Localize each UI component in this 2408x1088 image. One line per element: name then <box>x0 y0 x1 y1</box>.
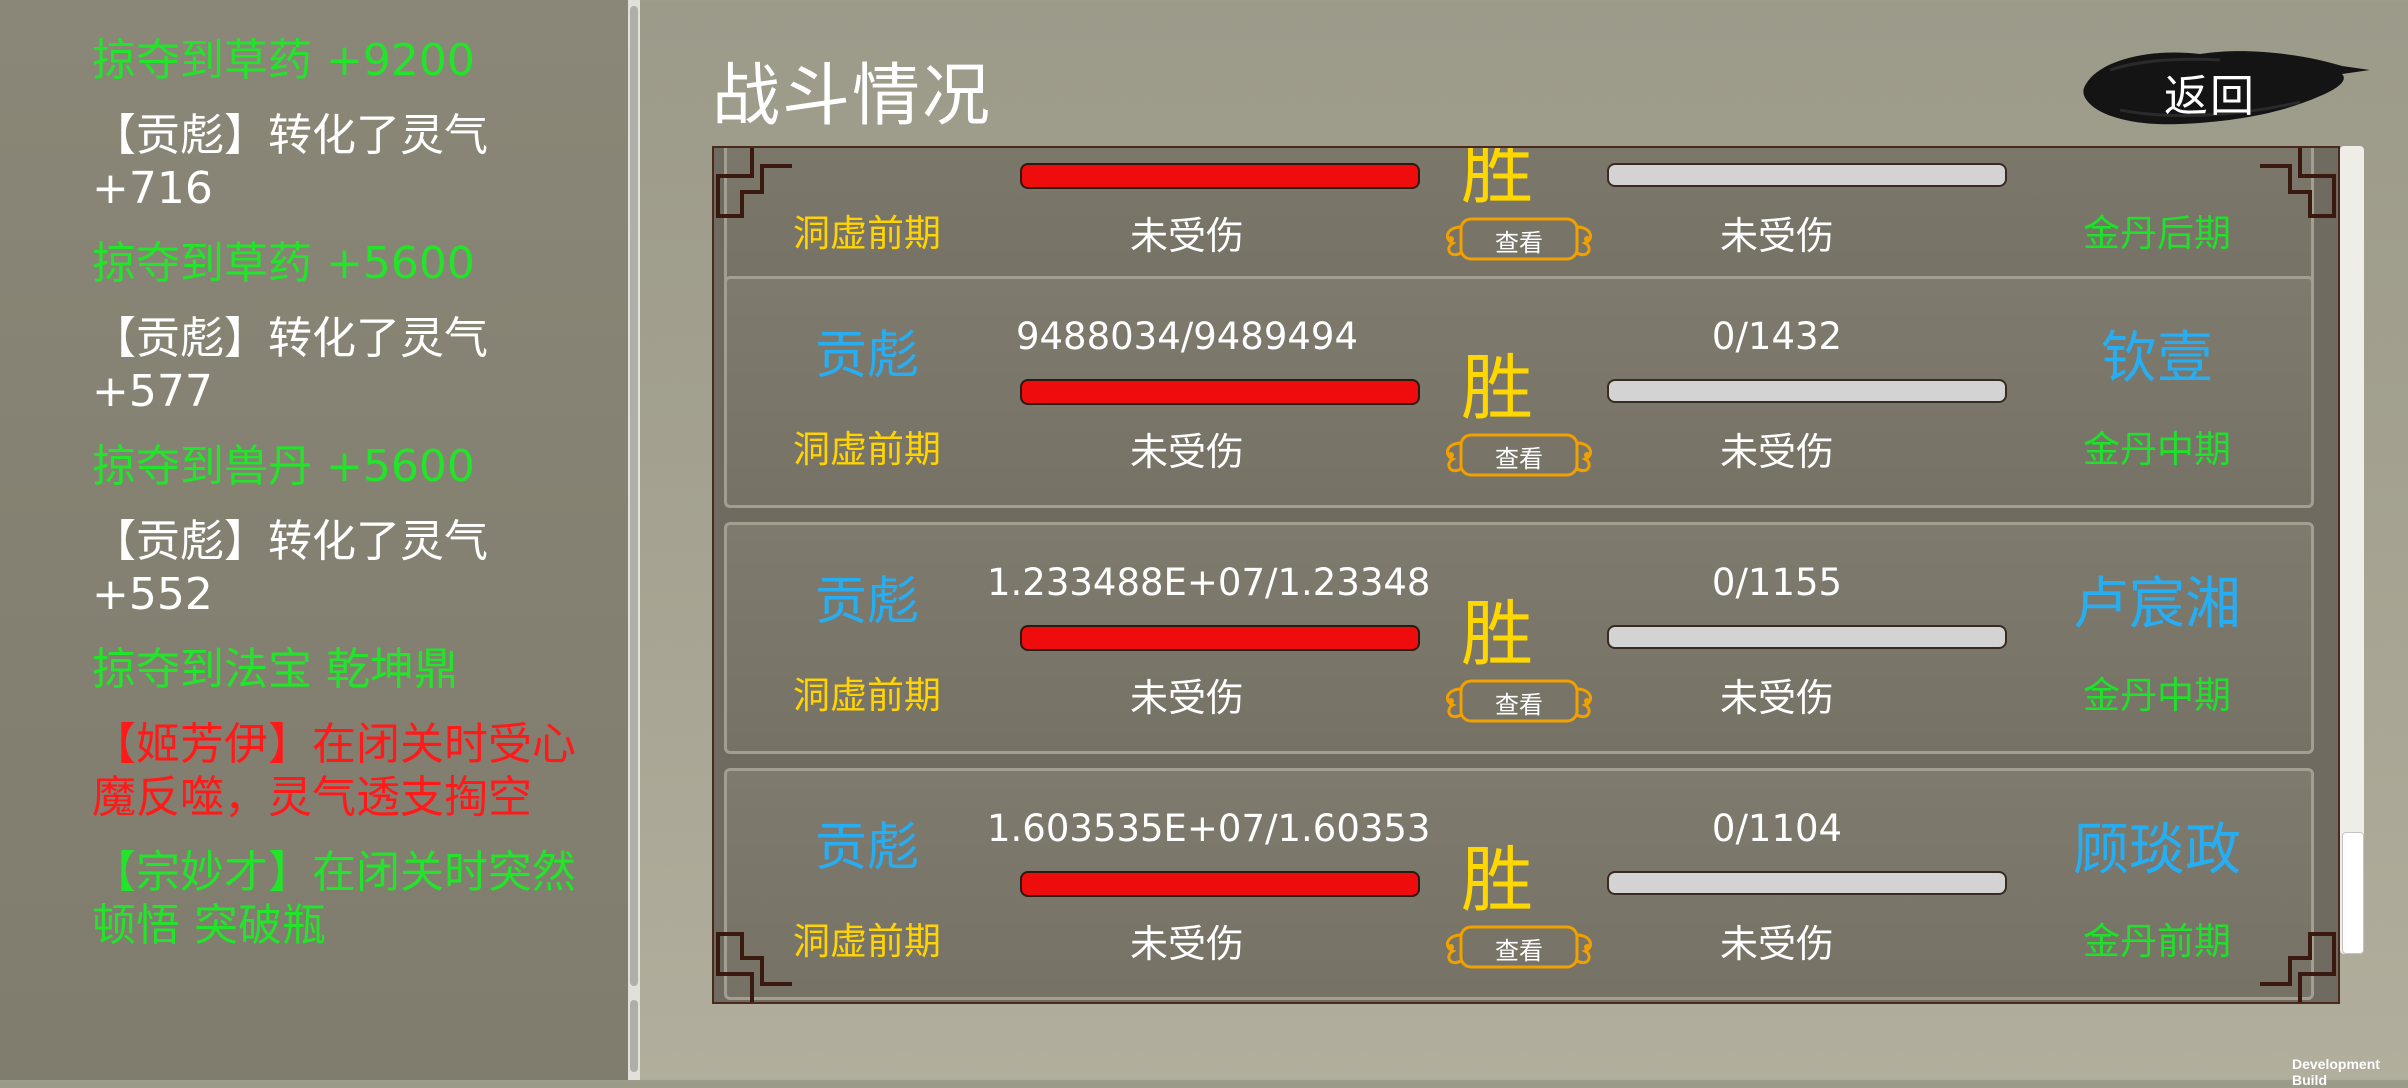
battle-list[interactable]: 洞虚前期 未受伤 胜 查看 未受伤 金丹后期 贡彪 洞虚前期 9488034/9… <box>712 146 2340 1004</box>
player-status: 未受伤 <box>1129 676 1244 720</box>
opponent-hp-bar <box>1609 381 2005 401</box>
view-button-label: 查看 <box>1495 445 1543 473</box>
player-hp-bar <box>1022 381 1418 403</box>
log-entry: 掠夺到草药 +9200 <box>92 35 475 86</box>
battle-row: 贡彪 洞虚前期 9488034/9489494 未受伤 胜 查看 0/1432 … <box>724 276 2314 508</box>
battle-result: 胜 <box>1460 838 1533 922</box>
player-realm: 洞虚前期 <box>793 920 941 963</box>
log-entry: 掠夺到兽丹 +5600 <box>92 441 475 492</box>
opponent-name: 卢宸湘 <box>2073 572 2241 637</box>
player-hp-bar <box>1022 627 1418 649</box>
battle-list-scrollbar-thumb[interactable] <box>2342 832 2364 954</box>
player-hp-text: 9488034/9489494 <box>1015 315 1359 358</box>
player-hp-text: 1.603535E+07/1.60353 <box>987 807 1431 850</box>
log-entry: 【贡彪】转化了灵气 +577 <box>92 313 488 417</box>
opponent-hp-text: 0/1155 <box>1711 561 1843 604</box>
log-entry: 掠夺到法宝 乾坤鼎 <box>92 644 458 695</box>
opponent-status: 未受伤 <box>1719 676 1834 720</box>
player-status: 未受伤 <box>1129 922 1244 966</box>
opponent-realm: 金丹中期 <box>2083 674 2231 717</box>
log-entry: 【贡彪】转化了灵气 +716 <box>92 110 488 214</box>
view-button[interactable]: 查看 <box>1439 921 1599 973</box>
battle-row: 贡彪 洞虚前期 1.233488E+07/1.23348 未受伤 胜 查看 0/… <box>724 522 2314 754</box>
battle-log-panel[interactable]: 掠夺到草药 +9200 【贡彪】转化了灵气 +716 掠夺到草药 +5600 【… <box>0 0 640 1080</box>
opponent-name: 钦壹 <box>2101 326 2213 391</box>
player-hp-bar-fill <box>1022 873 1418 895</box>
log-entry: 掠夺到草药 +5600 <box>92 238 475 289</box>
log-entry: 【宗妙才】在闭关时突然顿悟 突破瓶 <box>92 847 576 951</box>
page-title: 战斗情况 <box>712 57 993 136</box>
battle-result: 胜 <box>1460 592 1533 676</box>
view-button-label: 查看 <box>1495 691 1543 719</box>
player-name: 贡彪 <box>814 326 919 386</box>
opponent-name: 顾琰政 <box>2073 818 2241 883</box>
player-status: 未受伤 <box>1129 214 1244 258</box>
back-button-label: 返回 <box>2164 71 2256 122</box>
view-button-label: 查看 <box>1495 229 1543 257</box>
player-hp-text: 1.233488E+07/1.23348 <box>987 561 1431 604</box>
opponent-realm: 金丹中期 <box>2083 428 2231 471</box>
player-name: 贡彪 <box>814 818 919 878</box>
player-hp-bar <box>1022 873 1418 895</box>
battle-log-list: 掠夺到草药 +9200 【贡彪】转化了灵气 +716 掠夺到草药 +5600 【… <box>92 34 612 974</box>
player-hp-bar-fill <box>1022 627 1418 649</box>
opponent-realm: 金丹前期 <box>2083 920 2231 963</box>
battle-row: 贡彪 洞虚前期 1.603535E+07/1.60353 未受伤 胜 查看 0/… <box>724 768 2314 1000</box>
battle-result: 胜 <box>1460 146 1533 214</box>
opponent-hp-text: 0/1104 <box>1711 807 1843 850</box>
player-name: 贡彪 <box>814 572 919 632</box>
log-entry: 【贡彪】转化了灵气 +552 <box>92 516 488 620</box>
view-button[interactable]: 查看 <box>1439 429 1599 481</box>
player-realm: 洞虚前期 <box>793 212 941 255</box>
player-realm: 洞虚前期 <box>793 674 941 717</box>
log-scrollbar-thumb[interactable] <box>630 6 638 986</box>
player-realm: 洞虚前期 <box>793 428 941 471</box>
opponent-hp-bar <box>1609 873 2005 893</box>
dev-build-label: Development Build <box>2292 1056 2380 1088</box>
opponent-realm: 金丹后期 <box>2083 212 2231 255</box>
player-status: 未受伤 <box>1129 430 1244 474</box>
view-button[interactable]: 查看 <box>1439 675 1599 727</box>
opponent-status: 未受伤 <box>1719 214 1834 258</box>
opponent-status: 未受伤 <box>1719 430 1834 474</box>
view-button[interactable]: 查看 <box>1439 213 1599 265</box>
player-hp-bar-fill <box>1022 165 1418 187</box>
view-button-label: 查看 <box>1495 937 1543 965</box>
player-hp-bar-fill <box>1022 381 1418 403</box>
battle-row: 洞虚前期 未受伤 胜 查看 未受伤 金丹后期 <box>724 146 2314 292</box>
opponent-status: 未受伤 <box>1719 922 1834 966</box>
battle-result: 胜 <box>1460 346 1533 430</box>
log-entry: 【姬芳伊】在闭关时受心魔反噬，灵气透支掏空 <box>92 719 576 823</box>
opponent-hp-text: 0/1432 <box>1711 315 1843 358</box>
opponent-hp-bar <box>1609 627 2005 647</box>
opponent-hp-bar <box>1609 165 2005 185</box>
back-button[interactable]: 返回 <box>2080 40 2370 136</box>
player-hp-bar <box>1022 165 1418 187</box>
log-scrollbar-thumb-lower[interactable] <box>630 1000 638 1072</box>
